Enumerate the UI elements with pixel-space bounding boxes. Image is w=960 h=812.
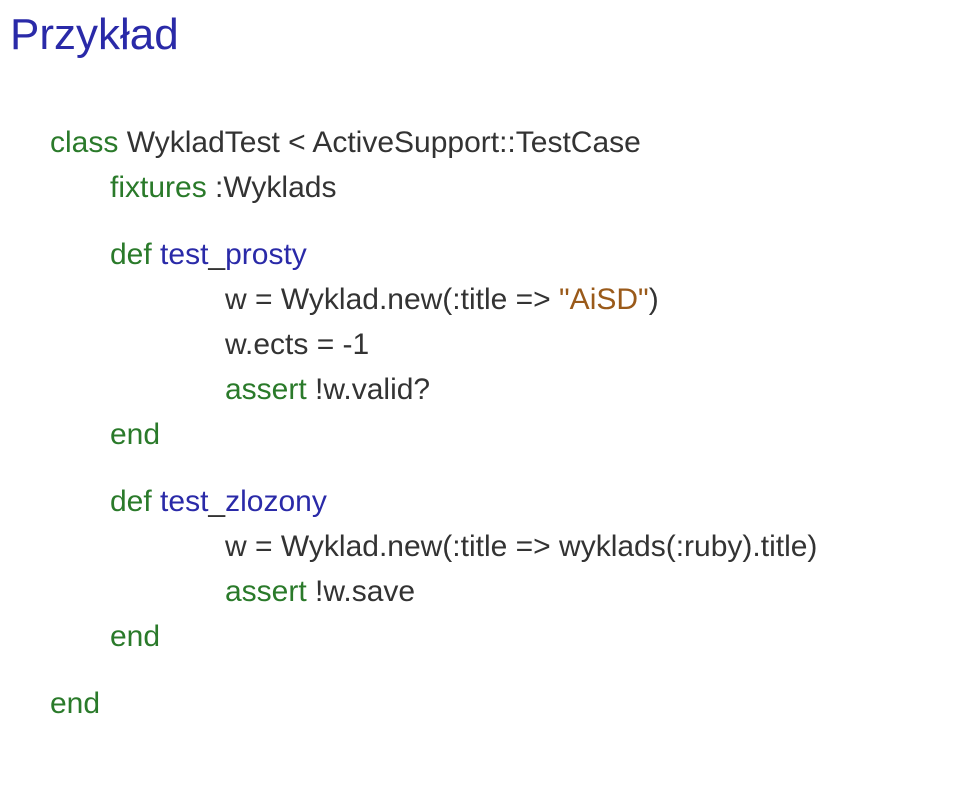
code-text: w.ects = -1 xyxy=(225,328,369,361)
spacer xyxy=(50,210,950,232)
slide-title: Przykład xyxy=(10,10,950,60)
method-name: zlozony xyxy=(225,485,327,518)
code-text: w = Wyklad.new(:title => xyxy=(225,283,559,316)
code-line: assert !w.valid? xyxy=(50,367,950,412)
keyword-end: end xyxy=(50,687,100,720)
keyword-end: end xyxy=(110,418,160,451)
code-line: def test_zlozony xyxy=(50,479,950,524)
code-line: w.ects = -1 xyxy=(50,322,950,367)
keyword-assert: assert xyxy=(225,373,307,406)
code-line: w = Wyklad.new(:title => wyklads(:ruby).… xyxy=(50,524,950,569)
code-line: end xyxy=(50,614,950,659)
code-text: !w.valid? xyxy=(307,373,430,406)
code-line: fixtures :Wyklads xyxy=(50,165,950,210)
method-name: test xyxy=(152,238,209,271)
underscore: _ xyxy=(208,238,225,271)
code-block: class WykladTest < ActiveSupport::TestCa… xyxy=(10,120,950,726)
code-line: assert !w.save xyxy=(50,569,950,614)
spacer xyxy=(50,457,950,479)
keyword-class: class xyxy=(50,126,118,159)
keyword-def: def xyxy=(110,485,152,518)
spacer xyxy=(50,659,950,681)
code-text: w = Wyklad.new(:title => wyklads(:ruby).… xyxy=(225,530,817,563)
method-name: test xyxy=(152,485,209,518)
keyword-fixtures: fixtures xyxy=(110,171,207,204)
code-line: class WykladTest < ActiveSupport::TestCa… xyxy=(50,120,950,165)
keyword-end: end xyxy=(110,620,160,653)
code-line: w = Wyklad.new(:title => "AiSD") xyxy=(50,277,950,322)
code-text: !w.save xyxy=(307,575,415,608)
code-text: :Wyklads xyxy=(207,171,337,204)
code-line: end xyxy=(50,412,950,457)
code-text: ) xyxy=(649,283,659,316)
keyword-assert: assert xyxy=(225,575,307,608)
keyword-def: def xyxy=(110,238,152,271)
slide: Przykład class WykladTest < ActiveSuppor… xyxy=(0,0,960,736)
code-text: WykladTest < ActiveSupport::TestCase xyxy=(118,126,640,159)
string-literal: "AiSD" xyxy=(559,283,649,316)
underscore: _ xyxy=(208,485,225,518)
code-line: end xyxy=(50,681,950,726)
method-name: prosty xyxy=(225,238,307,271)
code-line: def test_prosty xyxy=(50,232,950,277)
